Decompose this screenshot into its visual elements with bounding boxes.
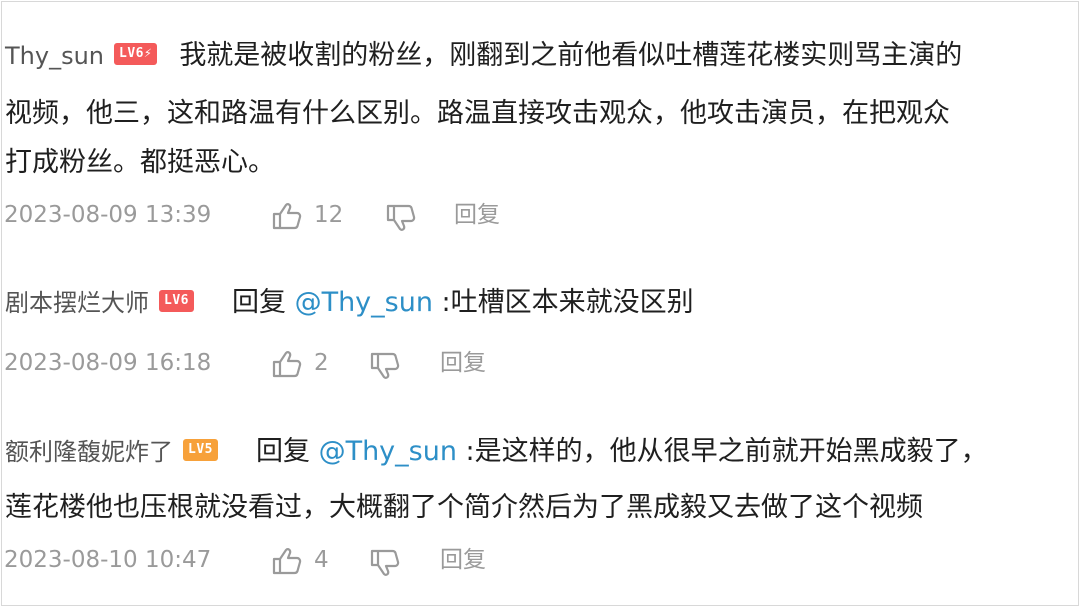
timestamp: 2023-08-09 16:18 — [4, 350, 212, 376]
timestamp: 2023-08-10 10:47 — [4, 547, 212, 573]
reply-prefix: 回复 — [231, 287, 286, 318]
thumbs-down-icon[interactable] — [370, 352, 400, 380]
thumbs-up-icon[interactable] — [272, 547, 302, 575]
comment-first-line: 剧本摆烂大师 LV6 回复 @Thy_sun :吐槽区本来就没区别 — [5, 286, 694, 320]
like-count: 12 — [314, 202, 344, 228]
like-count: 2 — [314, 350, 329, 376]
timestamp: 2023-08-09 13:39 — [4, 202, 212, 228]
comment-text-line-3: 打成粉丝。都挺恶心。 — [5, 147, 275, 178]
comment-text-line-2: 视频，他三，这和路温有什么区别。路温直接攻击观众，他攻击演员，在把观众 — [5, 98, 950, 129]
reply-button[interactable]: 回复 — [440, 543, 486, 577]
reply-button[interactable]: 回复 — [440, 346, 486, 380]
username[interactable]: Thy_sun — [5, 42, 104, 70]
thumbs-up-icon[interactable] — [272, 202, 302, 230]
username[interactable]: 额利隆馥妮炸了 — [5, 438, 173, 466]
username[interactable]: 剧本摆烂大师 — [5, 289, 149, 317]
comment-text-line-1: :吐槽区本来就没区别 — [441, 287, 694, 318]
comment-first-line: Thy_sun LV6⚡ 我就是被收割的粉丝，刚翻到之前他看似吐槽莲花楼实则骂主演的 — [5, 39, 962, 73]
comment-text-line-2: 莲花楼他也压根就没看过，大概翻了个简介然后为了黑成毅又去做了这个视频 — [5, 492, 923, 523]
mention-link[interactable]: @Thy_sun — [319, 436, 457, 467]
lightning-icon: ⚡ — [143, 45, 153, 61]
level-badge: LV6 — [159, 289, 194, 312]
thumbs-up-icon[interactable] — [272, 350, 302, 378]
reply-button[interactable]: 回复 — [454, 198, 500, 232]
reply-prefix: 回复 — [255, 436, 310, 467]
like-count: 4 — [314, 547, 329, 573]
thumbs-down-icon[interactable] — [370, 549, 400, 577]
mention-link[interactable]: @Thy_sun — [295, 287, 433, 318]
level-badge: LV6⚡ — [114, 42, 158, 65]
comment-text-line-1: 我就是被收割的粉丝，刚翻到之前他看似吐槽莲花楼实则骂主演的 — [179, 40, 963, 71]
thumbs-down-icon[interactable] — [386, 204, 416, 232]
comment-first-line: 额利隆馥妮炸了 LV5 回复 @Thy_sun :是这样的，他从很早之前就开始黑成毅… — [5, 435, 988, 469]
comment-text-line-1: :是这样的，他从很早之前就开始黑成毅了， — [465, 436, 988, 467]
level-badge: LV5 — [183, 438, 218, 461]
